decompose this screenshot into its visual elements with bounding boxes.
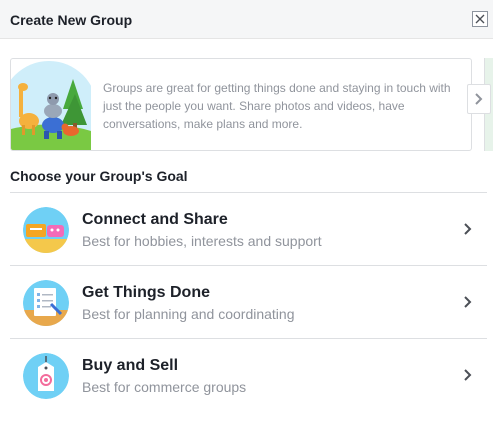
connect-share-icon xyxy=(23,207,69,253)
goal-subtitle: Best for planning and coordinating xyxy=(82,306,295,322)
close-icon xyxy=(475,14,485,24)
goal-subtitle: Best for hobbies, interests and support xyxy=(82,233,322,249)
dialog-title: Create New Group xyxy=(10,12,133,28)
price-tag-icon xyxy=(23,353,69,399)
chevron-right-icon xyxy=(475,93,483,105)
intro-text: Groups are great for getting things done… xyxy=(103,81,451,131)
goal-title: Get Things Done xyxy=(82,284,210,301)
intro-card: Groups are great for getting things done… xyxy=(10,58,472,151)
dialog-header: Create New Group xyxy=(0,0,493,39)
goals-heading: Choose your Group's Goal xyxy=(10,168,188,184)
goal-option-get-things-done[interactable]: Get Things Done Best for planning and co… xyxy=(10,266,487,339)
chevron-right-icon xyxy=(464,369,472,381)
goal-subtitle: Best for commerce groups xyxy=(82,379,247,395)
checklist-icon xyxy=(23,280,69,326)
chevron-right-icon xyxy=(464,296,472,308)
carousel-next-button[interactable] xyxy=(467,84,491,114)
close-button[interactable] xyxy=(472,11,488,27)
goal-title: Buy and Sell xyxy=(82,357,179,374)
intro-carousel: Groups are great for getting things done… xyxy=(0,39,493,159)
chevron-right-icon xyxy=(464,223,472,235)
goal-option-connect-share[interactable]: Connect and Share Best for hobbies, inte… xyxy=(10,193,487,266)
goal-title: Connect and Share xyxy=(82,211,228,228)
animals-illustration-icon xyxy=(11,61,91,150)
goal-option-buy-sell[interactable]: Buy and Sell Best for commerce groups xyxy=(10,339,487,412)
